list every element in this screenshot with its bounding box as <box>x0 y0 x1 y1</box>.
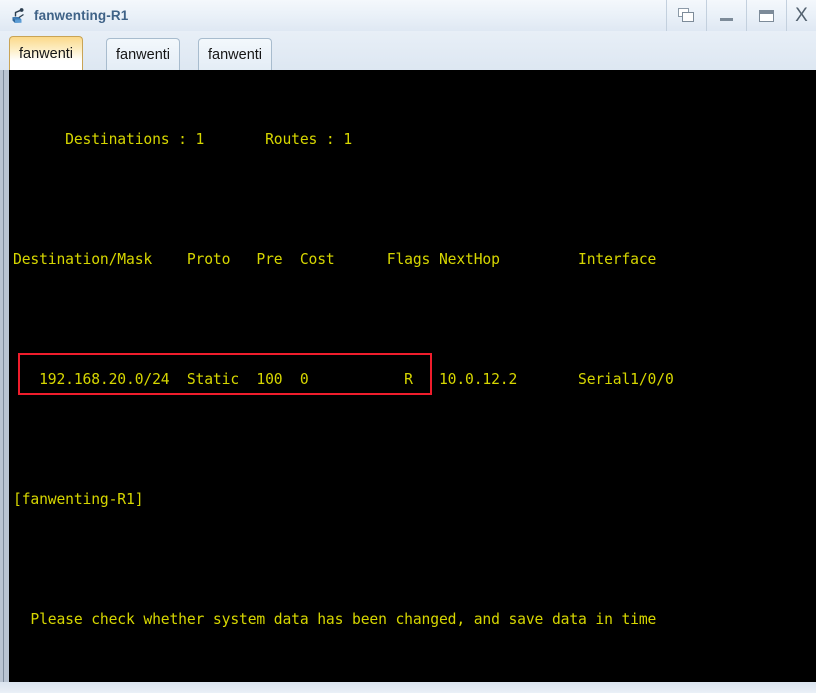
tab-label: fanwenti <box>208 46 263 63</box>
tab-label: fanwenti <box>19 45 74 62</box>
tab-fanwenti-3[interactable]: fanwenti <box>198 38 273 70</box>
minimize-icon <box>720 17 733 21</box>
terminal-output[interactable]: Destinations : 1 Routes : 1 Destination/… <box>9 70 816 682</box>
terminal-line-notice: Please check whether system data has bee… <box>13 611 657 628</box>
router-icon <box>9 6 29 26</box>
restore-icon <box>678 8 695 23</box>
close-icon: X <box>795 5 808 26</box>
terminal-line-table-header: Destination/Mask Proto Pre Cost Flags Ne… <box>13 251 657 268</box>
window-controls: X <box>666 0 816 31</box>
tab-fanwenti-2[interactable]: fanwenti <box>106 38 181 70</box>
minimize-button[interactable] <box>706 0 746 31</box>
tab-strip: fanwenti fanwenti fanwenti <box>0 31 816 70</box>
application-window: fanwenting-R1 X fanwenti fanwenti fanwen… <box>0 0 816 693</box>
tab-label: fanwenti <box>116 46 171 63</box>
close-button[interactable]: X <box>786 0 816 31</box>
restore-button[interactable] <box>666 0 706 31</box>
terminal-line: Destinations : 1 Routes : 1 <box>13 131 353 148</box>
maximize-button[interactable] <box>746 0 786 31</box>
terminal-frame: Destinations : 1 Routes : 1 Destination/… <box>0 70 816 682</box>
tab-fanwenti-1[interactable]: fanwenti <box>9 36 84 70</box>
window-title: fanwenting-R1 <box>34 8 129 23</box>
maximize-icon <box>759 9 774 22</box>
bottom-strip <box>0 682 816 693</box>
title-bar: fanwenting-R1 X <box>0 0 816 31</box>
terminal-line-table-row: 192.168.20.0/24 Static 100 0 R 10.0.12.2… <box>13 371 674 388</box>
terminal-line-prompt: [fanwenting-R1] <box>13 491 144 508</box>
